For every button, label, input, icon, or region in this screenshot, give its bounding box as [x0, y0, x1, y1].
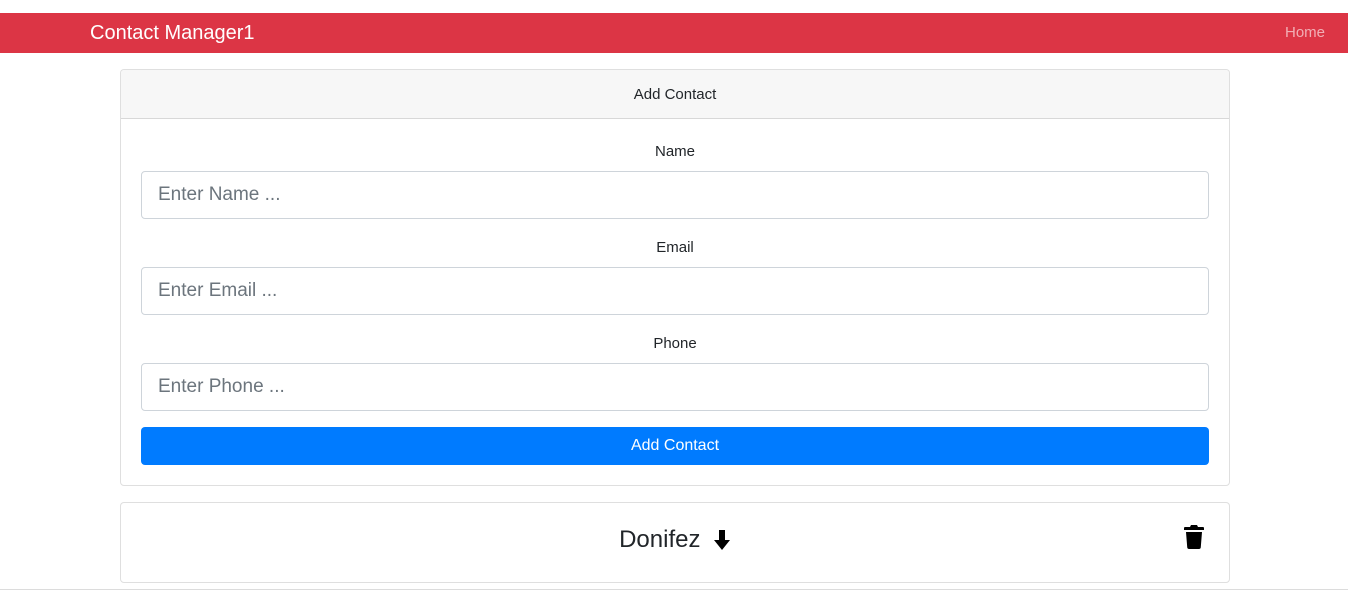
page-bottom-divider	[0, 589, 1348, 590]
card-header-title: Add Contact	[121, 70, 1229, 119]
add-contact-card: Add Contact Name Email Phone Add Contact	[120, 69, 1230, 486]
trash-icon[interactable]	[1184, 525, 1204, 549]
phone-label: Phone	[653, 335, 697, 352]
contact-card: Donifez	[120, 502, 1230, 583]
nav-home-link[interactable]: Home	[1285, 24, 1325, 42]
arrow-down-icon[interactable]	[713, 529, 731, 551]
brand-link[interactable]: Contact Manager1	[90, 21, 255, 45]
email-input[interactable]	[141, 267, 1209, 315]
email-label: Email	[656, 239, 694, 256]
add-contact-button[interactable]: Add Contact	[141, 427, 1209, 465]
navbar: Contact Manager1 Home	[0, 13, 1348, 53]
name-input[interactable]	[141, 171, 1209, 219]
phone-input[interactable]	[141, 363, 1209, 411]
browser-bookmark-strip	[0, 0, 1348, 14]
name-label: Name	[654, 143, 695, 160]
contact-heading: Donifez	[121, 525, 1229, 555]
contact-name: Donifez	[619, 526, 701, 553]
